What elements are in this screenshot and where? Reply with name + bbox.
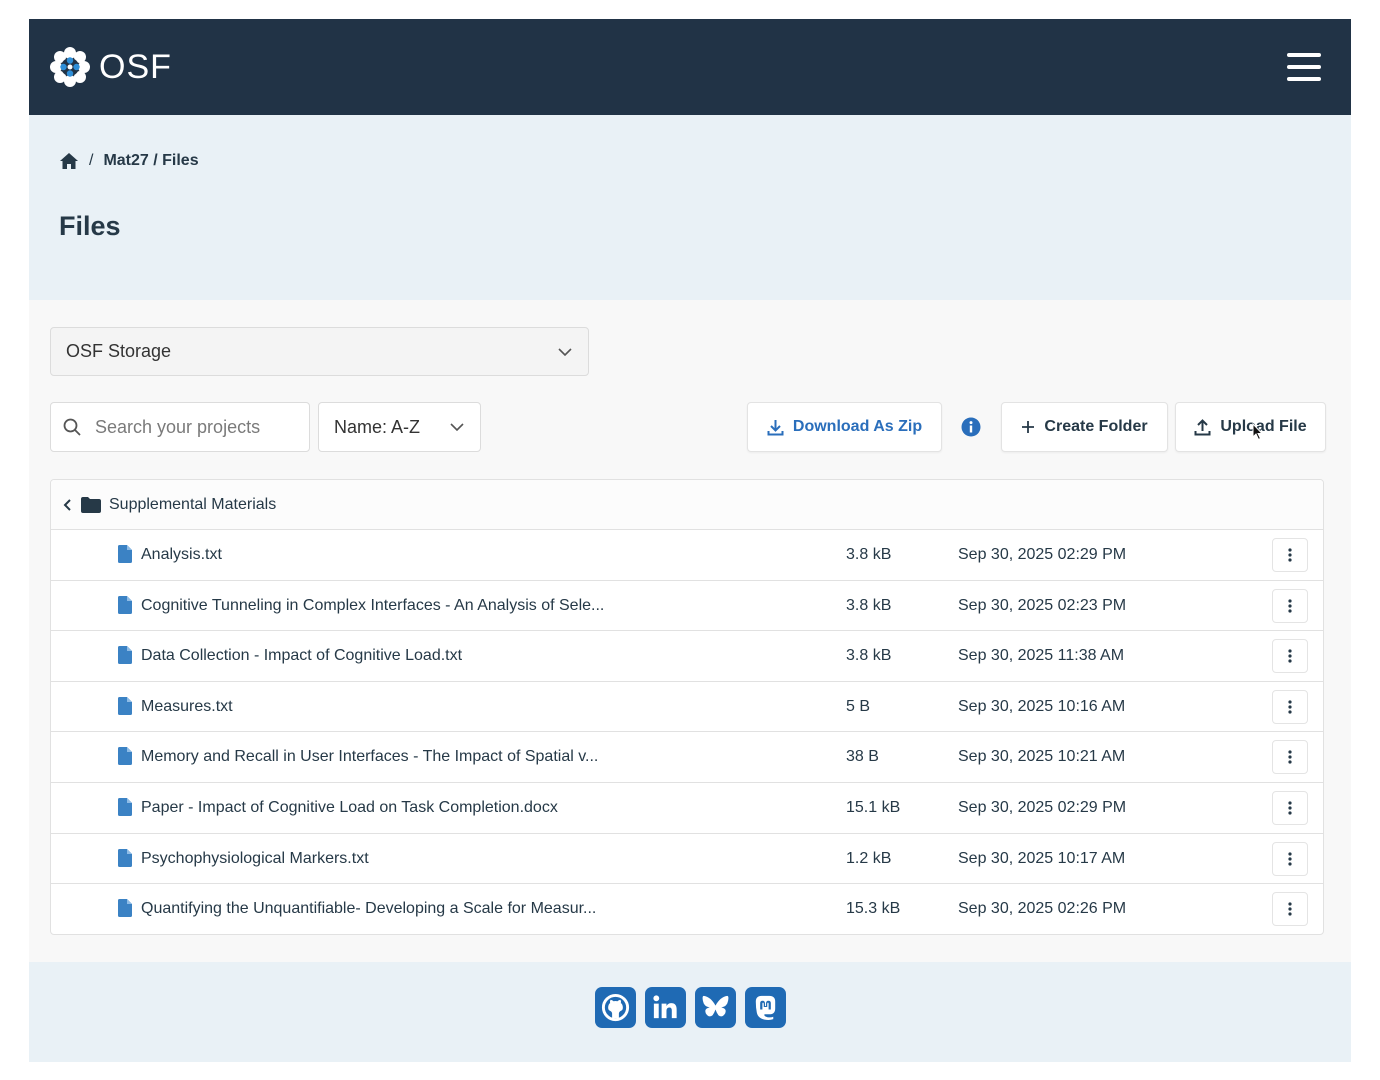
page-header: / Mat27 / Files Files — [29, 115, 1351, 300]
storage-selected-value: OSF Storage — [66, 341, 172, 361]
chevron-down-icon — [558, 347, 572, 356]
upload-file-button[interactable]: Upload File — [1175, 402, 1326, 452]
file-row[interactable]: Measures.txt 5 B Sep 30, 2025 10:16 AM — [51, 682, 1323, 733]
file-actions-button[interactable] — [1272, 790, 1308, 825]
search-box[interactable] — [50, 402, 310, 452]
search-input[interactable] — [95, 416, 275, 438]
file-modified-date: Sep 30, 2025 10:21 AM — [958, 748, 1126, 766]
more-vertical-icon — [1288, 750, 1292, 764]
home-icon[interactable] — [59, 152, 79, 170]
file-row[interactable]: Analysis.txt 3.8 kB Sep 30, 2025 02:29 PM — [51, 530, 1323, 581]
file-list: Supplemental Materials Analysis.txt 3.8 k… — [50, 479, 1324, 935]
file-name[interactable]: Analysis.txt — [141, 546, 222, 564]
mouse-cursor-icon — [1252, 423, 1264, 441]
breadcrumb-path[interactable]: Mat27 / Files — [103, 152, 198, 170]
file-actions-button[interactable] — [1272, 892, 1308, 927]
file-size: 5 B — [846, 697, 871, 715]
file-name[interactable]: Cognitive Tunneling in Complex Interface… — [141, 597, 604, 615]
create-folder-label: Create Folder — [1044, 418, 1148, 435]
mastodon-icon[interactable] — [744, 987, 786, 1028]
file-actions-button[interactable] — [1272, 740, 1308, 775]
file-size: 38 B — [846, 748, 879, 766]
file-actions-button[interactable] — [1272, 538, 1308, 572]
download-icon — [767, 419, 784, 435]
sort-select[interactable]: Name: A-Z — [318, 402, 481, 452]
osf-files-page: OSF / Mat27 / Files Files OSF Storage Se… — [29, 19, 1351, 1062]
folder-icon — [81, 496, 101, 513]
plus-icon — [1022, 421, 1035, 433]
sort-selected-value: Name: A-Z — [334, 416, 421, 437]
storage-select[interactable]: OSF Storage — [50, 327, 589, 376]
file-icon — [118, 747, 132, 766]
top-navbar: OSF — [29, 19, 1351, 115]
file-size: 3.8 kB — [846, 647, 892, 665]
file-icon — [118, 797, 132, 816]
more-vertical-icon — [1288, 598, 1292, 613]
brand-name: OSF — [99, 47, 172, 86]
page-title: Files — [59, 211, 121, 241]
file-modified-date: Sep 30, 2025 02:23 PM — [958, 596, 1127, 614]
osf-logo-icon — [50, 47, 90, 87]
download-zip-label: Download As Zip — [792, 418, 923, 435]
file-size: 3.8 kB — [846, 596, 892, 614]
file-row[interactable]: Cognitive Tunneling in Complex Interface… — [51, 581, 1323, 632]
upload-icon — [1194, 418, 1211, 435]
file-icon — [118, 595, 132, 614]
file-row[interactable]: Psychophysiological Markers.txt 1.2 kB Sep… — [51, 834, 1323, 885]
chevron-down-icon — [450, 423, 464, 431]
footer — [29, 962, 1351, 1062]
file-modified-date: Sep 30, 2025 02:26 PM — [958, 900, 1127, 918]
file-modified-date: Sep 30, 2025 11:38 AM — [958, 647, 1125, 665]
file-modified-date: Sep 30, 2025 02:29 PM — [958, 798, 1127, 816]
file-size: 15.3 kB — [846, 900, 901, 918]
file-name[interactable]: Memory and Recall in User Interfaces - T… — [141, 748, 598, 766]
chevron-left-icon[interactable] — [63, 498, 73, 512]
more-vertical-icon — [1288, 649, 1292, 663]
file-actions-button[interactable] — [1272, 689, 1308, 724]
file-icon — [118, 899, 132, 918]
linkedin-icon[interactable] — [644, 987, 686, 1028]
current-folder-row: Supplemental Materials — [51, 480, 1323, 530]
more-vertical-icon — [1288, 700, 1292, 714]
file-actions-button[interactable] — [1272, 841, 1308, 876]
breadcrumb-separator: / — [89, 152, 94, 169]
file-name[interactable]: Measures.txt — [141, 698, 233, 716]
bluesky-icon[interactable] — [694, 987, 736, 1028]
file-row[interactable]: Data Collection - Impact of Cognitive Lo… — [51, 631, 1323, 682]
folder-name[interactable]: Supplemental Materials — [109, 496, 276, 514]
file-name[interactable]: Psychophysiological Markers.txt — [141, 850, 369, 868]
file-icon — [118, 696, 132, 715]
create-folder-button[interactable]: Create Folder — [1001, 402, 1168, 452]
file-row[interactable]: Quantifying the Unquantifiable- Developi… — [51, 884, 1323, 934]
more-vertical-icon — [1288, 548, 1292, 562]
file-size: 1.2 kB — [846, 849, 892, 867]
file-actions-button[interactable] — [1272, 639, 1308, 674]
more-vertical-icon — [1288, 851, 1292, 866]
file-name[interactable]: Paper - Impact of Cognitive Load on Task… — [141, 799, 558, 817]
file-icon — [118, 545, 132, 563]
file-modified-date: Sep 30, 2025 02:29 PM — [958, 546, 1127, 563]
download-zip-button[interactable]: Download As Zip — [747, 402, 942, 452]
file-name[interactable]: Data Collection - Impact of Cognitive Lo… — [141, 647, 462, 665]
menu-toggle-icon[interactable] — [1287, 53, 1321, 81]
file-size: 15.1 kB — [846, 798, 901, 816]
search-icon — [63, 418, 81, 436]
github-icon[interactable] — [594, 987, 636, 1028]
file-icon — [118, 646, 132, 665]
file-actions-button[interactable] — [1272, 588, 1308, 623]
info-icon[interactable] — [961, 417, 981, 437]
file-rows: Analysis.txt 3.8 kB Sep 30, 2025 02:29 PM C… — [51, 530, 1323, 934]
file-row[interactable]: Paper - Impact of Cognitive Load on Task… — [51, 783, 1323, 834]
brand[interactable]: OSF — [49, 46, 172, 88]
more-vertical-icon — [1288, 902, 1292, 916]
file-modified-date: Sep 30, 2025 10:16 AM — [958, 697, 1126, 715]
more-vertical-icon — [1288, 801, 1292, 815]
file-size: 3.8 kB — [846, 546, 892, 563]
file-icon — [118, 848, 132, 867]
file-modified-date: Sep 30, 2025 10:17 AM — [958, 849, 1126, 867]
file-row[interactable]: Memory and Recall in User Interfaces - T… — [51, 732, 1323, 783]
breadcrumb: / Mat27 / Files — [59, 152, 199, 170]
file-name[interactable]: Quantifying the Unquantifiable- Developi… — [141, 900, 596, 918]
